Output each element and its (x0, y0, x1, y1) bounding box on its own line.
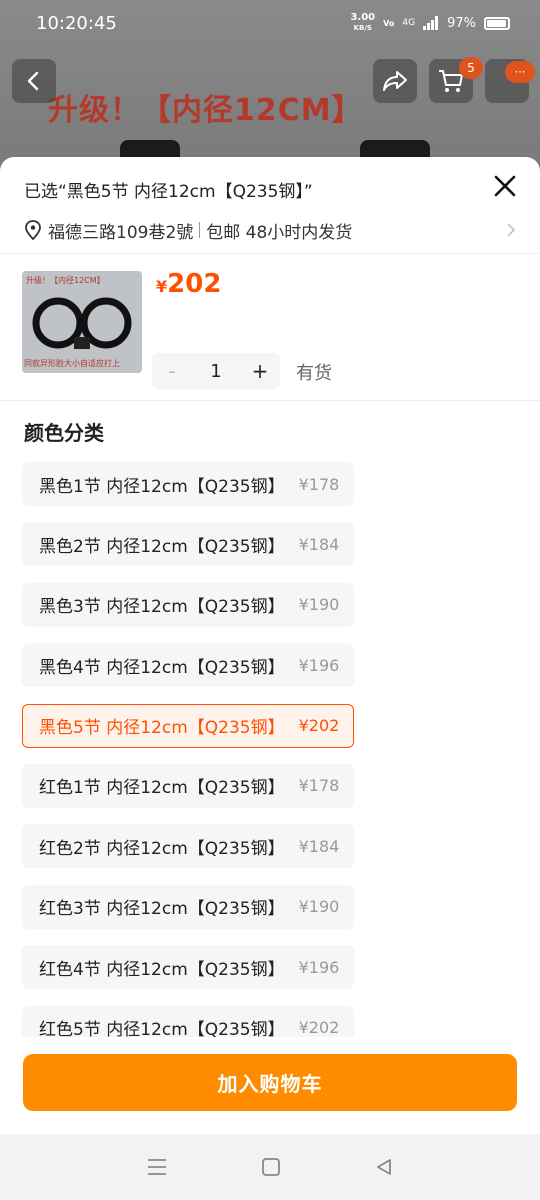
price-value: 202 (167, 269, 222, 299)
signal-icon (423, 16, 439, 30)
stock-status: 有货 (296, 363, 332, 384)
status-time: 10:20:45 (36, 12, 117, 34)
menu-icon[interactable] (146, 1158, 168, 1176)
location-pin-icon (25, 220, 41, 240)
share-button[interactable] (373, 59, 417, 103)
network-speed: 3.00 KB/S (350, 13, 375, 33)
price: ¥202 (156, 269, 221, 299)
sku-option[interactable]: 黑色4节 内径12cm【Q235钢】 ¥196 (22, 643, 355, 688)
divider (0, 400, 540, 401)
address-separator (199, 222, 201, 238)
address-text: 福德三路109巷2號 (48, 222, 194, 243)
signal-4g-label: 4G (402, 18, 416, 28)
sku-option-price: ¥184 (298, 836, 340, 856)
sku-option-black-4: 黑色4节 内径12cm【Q235钢】 ¥196 (22, 643, 362, 703)
back-arrow-icon (27, 71, 39, 91)
battery-icon (484, 16, 510, 30)
selected-sku-text: 已选“黑色5节 内径12cm【Q235钢】” (24, 182, 313, 202)
home-icon[interactable] (261, 1157, 281, 1177)
shipping-text: 包邮 48小时内发货 (206, 222, 353, 243)
sku-option-black-2: 黑色2节 内径12cm【Q235钢】 ¥184 (22, 522, 362, 582)
color-category-title: 颜色分类 (24, 421, 104, 445)
increase-quantity-button[interactable]: + (240, 359, 280, 383)
divider (0, 253, 540, 254)
sku-option[interactable]: 黑色2节 内径12cm【Q235钢】 ¥184 (22, 522, 355, 567)
sku-selection-sheet: 已选“黑色5节 内径12cm【Q235钢】” 福德三路109巷2號 包邮 48小… (0, 157, 540, 1134)
sku-option-red-4: 红色4节 内径12cm【Q235钢】 ¥196 (22, 945, 362, 1005)
system-navigation-bar (0, 1134, 540, 1200)
sku-option-price: ¥202 (298, 716, 340, 736)
price-currency: ¥ (156, 277, 168, 296)
sku-option[interactable]: 红色1节 内径12cm【Q235钢】 ¥178 (22, 763, 355, 808)
cart-button[interactable]: 5 (429, 57, 483, 103)
network-speed-unit: KB/S (353, 24, 372, 32)
back-button[interactable] (12, 59, 56, 103)
sku-option-red-2: 红色2节 内径12cm【Q235钢】 ¥184 (22, 824, 362, 884)
decrease-quantity-button[interactable]: - (152, 359, 192, 383)
sku-option-name: 黑色5节 内径12cm【Q235钢】 (39, 718, 285, 739)
quantity-stepper: - 1 + (152, 353, 280, 389)
product-thumbnail[interactable]: 升级！【内径12CM】 同款异形脸大小自适应打上 (22, 271, 142, 373)
more-button[interactable]: ··· (485, 59, 535, 103)
sku-option[interactable]: 黑色1节 内径12cm【Q235钢】 ¥178 (22, 462, 355, 506)
delivery-address-row[interactable]: 福德三路109巷2號 包邮 48小时内发货 (24, 215, 516, 245)
sku-option[interactable]: 红色3节 内径12cm【Q235钢】 ¥190 (22, 884, 355, 929)
sku-option-black-5: 黑色5节 内径12cm【Q235钢】 ¥202 (22, 703, 362, 764)
sku-option-price: ¥202 (298, 1018, 340, 1038)
network-speed-value: 3.00 (350, 12, 376, 23)
sku-option-red-3: 红色3节 内径12cm【Q235钢】 ¥190 (22, 884, 362, 945)
sku-option-price: ¥178 (298, 474, 340, 494)
sku-option-black-3: 黑色3节 内径12cm【Q235钢】 ¥190 (22, 582, 362, 643)
sku-option-name: 黑色4节 内径12cm【Q235钢】 (39, 657, 285, 678)
sku-option-price: ¥184 (298, 534, 340, 554)
sku-option-name: 红色3节 内径12cm【Q235钢】 (39, 899, 285, 920)
sku-option-price: ¥190 (298, 595, 340, 615)
add-to-cart-button[interactable]: 加入购物车 (23, 1054, 517, 1111)
sku-option-black-1: 黑色1节 内径12cm【Q235钢】 ¥178 (22, 462, 362, 522)
cart-count-badge: 5 (459, 57, 483, 79)
sku-option-price: ¥178 (298, 776, 340, 796)
sku-option-red-1: 红色1节 内径12cm【Q235钢】 ¥178 (22, 763, 362, 824)
sku-option-list: 黑色1节 内径12cm【Q235钢】 ¥178 黑色2节 内径12cm【Q235钢… (22, 462, 362, 1066)
volte-icon: Vo (383, 18, 395, 28)
status-bar: 10:20:45 3.00 KB/S Vo 4G 97% (0, 0, 540, 46)
thumbnail-caption-bottom: 同款异形脸大小自适应打上 (24, 359, 120, 368)
sku-option-name: 红色1节 内径12cm【Q235钢】 (39, 778, 285, 799)
quantity-value[interactable]: 1 (192, 361, 240, 382)
sku-option-price: ¥190 (298, 897, 340, 917)
back-triangle-icon[interactable] (374, 1157, 394, 1177)
status-indicators: 3.00 KB/S Vo 4G 97% (350, 13, 510, 33)
sku-option-name: 红色4节 内径12cm【Q235钢】 (39, 959, 285, 980)
sku-option[interactable]: 红色2节 内径12cm【Q235钢】 ¥184 (22, 824, 355, 869)
sku-option[interactable]: 红色4节 内径12cm【Q235钢】 ¥196 (22, 945, 355, 990)
share-icon (383, 71, 407, 91)
sku-option-name: 黑色1节 内径12cm【Q235钢】 (39, 476, 285, 497)
sku-option[interactable]: 黑色3节 内径12cm【Q235钢】 ¥190 (22, 582, 355, 627)
sku-option-price: ¥196 (298, 957, 340, 977)
battery-percent: 97% (447, 15, 476, 31)
sku-option-selected[interactable]: 黑色5节 内径12cm【Q235钢】 ¥202 (22, 703, 355, 748)
sku-option-name: 黑色3节 内径12cm【Q235钢】 (39, 597, 285, 618)
sku-option-name: 黑色2节 内径12cm【Q235钢】 (39, 536, 285, 557)
more-icon: ··· (505, 61, 535, 83)
product-banner-text: 升级！【内径12CM】 (48, 93, 363, 128)
chevron-right-icon (507, 223, 516, 237)
sku-option-price: ¥196 (298, 655, 340, 675)
close-button[interactable] (490, 171, 520, 201)
close-icon (494, 175, 516, 197)
sku-option-name: 红色2节 内径12cm【Q235钢】 (39, 838, 285, 859)
